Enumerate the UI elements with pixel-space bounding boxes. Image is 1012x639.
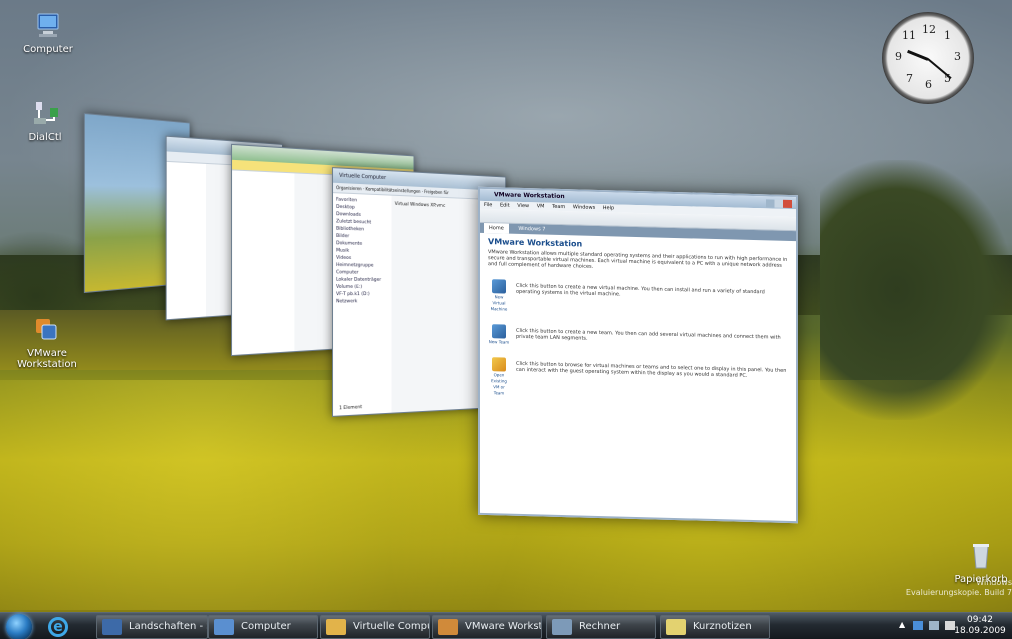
taskbar-item-vmware[interactable]: VMware Workstat...	[432, 615, 542, 639]
taskbar-clock[interactable]: 09:42 18.09.2009	[950, 615, 1010, 637]
taskbar-item-label: Kurznotizen	[693, 621, 752, 632]
menu-view[interactable]: View	[517, 203, 529, 209]
internet-explorer-icon[interactable]: e	[48, 617, 68, 637]
open-existing-icon: Open Existing VM or Team	[488, 357, 510, 397]
file-item[interactable]: Virtual Windows XP.vmc	[395, 202, 446, 209]
nav-item[interactable]: Volume (E:)	[336, 284, 388, 291]
new-team-icon: New Team	[488, 324, 510, 346]
clock-hour-hand	[907, 49, 929, 61]
taskbar-item-label: VMware Workstat...	[465, 621, 541, 632]
taskbar-item-label: Rechner	[579, 621, 621, 632]
vmware-icon	[30, 316, 64, 344]
action-open-existing[interactable]: Open Existing VM or Team Click this butt…	[488, 357, 788, 404]
clock-gadget[interactable]: 12 1 3 5 6 7 9 11	[882, 12, 974, 104]
action-label: Open Existing VM or Team	[491, 372, 507, 396]
evaluation-watermark: Windows Evaluierungskopie. Build 7	[900, 578, 1012, 598]
action-label: New Team	[488, 339, 510, 345]
taskbar-item-label: Virtuelle Computer	[353, 621, 429, 632]
desktop-icon-label: VMware Workstation	[17, 348, 77, 370]
explorer-nav-pane: Favoriten Desktop Downloads Zuletzt besu…	[333, 193, 392, 416]
clock-number: 12	[922, 23, 936, 36]
new-vm-icon: New Virtual Machine	[488, 279, 510, 313]
computer-icon	[31, 12, 65, 40]
vmware-icon	[438, 619, 458, 635]
window-nav-pane	[232, 170, 295, 356]
clock-minute-hand	[927, 58, 952, 80]
address-text: Virtuelle Computer	[339, 172, 386, 182]
network-icon	[28, 100, 62, 128]
menu-vm[interactable]: VM	[537, 203, 545, 209]
clock-number: 3	[954, 50, 961, 63]
taskbar-item-sticky-notes[interactable]: Kurznotizen	[660, 615, 770, 639]
toolbar-organize[interactable]: Organisieren	[336, 185, 362, 191]
window-controls[interactable]	[766, 199, 792, 209]
taskbar-item-virtual-computers[interactable]: Virtuelle Computer	[320, 615, 430, 639]
toolbar-compat[interactable]: Kompatibilitätseinstellungen	[366, 186, 421, 194]
nav-item[interactable]: Netzwerk	[336, 298, 388, 305]
menu-edit[interactable]: Edit	[500, 202, 510, 208]
taskbar-item-label: Landschaften - Su...	[129, 621, 207, 632]
taskbar-item-landschaften[interactable]: Landschaften - Su...	[96, 615, 208, 639]
menu-help[interactable]: Help	[603, 205, 614, 211]
clock-date: 18.09.2009	[954, 626, 1006, 636]
taskbar-item-label: Computer	[241, 621, 291, 632]
clock-number: 6	[925, 78, 932, 91]
desktop-icon-vmware[interactable]: VMware Workstation	[4, 316, 90, 370]
action-text: Click this button to create a new team. …	[516, 327, 781, 342]
home-panel: VMware Workstation VMware Workstation al…	[480, 233, 796, 410]
start-button[interactable]	[6, 614, 32, 639]
recycle-bin-icon	[964, 542, 998, 570]
clock-time: 09:42	[967, 615, 993, 625]
sticky-notes-icon	[666, 619, 686, 635]
menu-team[interactable]: Team	[552, 204, 565, 210]
home-intro: VMware Workstation allows multiple stand…	[488, 249, 788, 270]
window-title: VMware Workstation	[494, 191, 565, 201]
taskbar-item-calculator[interactable]: Rechner	[546, 615, 656, 639]
action-text: Click this button to create a new virtua…	[516, 282, 765, 298]
clock-number: 7	[906, 72, 913, 85]
action-text: Click this button to browse for virtual …	[516, 360, 787, 379]
folder-icon	[326, 619, 346, 635]
desktop-icon-computer[interactable]: Computer	[8, 12, 88, 55]
flag-icon[interactable]	[913, 621, 923, 630]
watermark-line: Evaluierungskopie. Build 7	[905, 588, 1012, 597]
desktop-icon-label: DialCtl	[28, 132, 62, 143]
taskbar: e Landschaften - Su... Computer Virtuell…	[0, 612, 1012, 639]
clock-number: 11	[902, 29, 916, 42]
show-hidden-icons-icon[interactable]: ▲	[899, 620, 905, 629]
tab-windows7[interactable]: Windows 7	[513, 224, 550, 235]
window-nav-pane	[166, 161, 206, 320]
toolbar-share[interactable]: Freigeben für	[424, 189, 449, 195]
menu-windows[interactable]: Windows	[573, 204, 595, 211]
clock-number: 9	[895, 50, 902, 63]
desktop-icon-dialctl[interactable]: DialCtl	[5, 100, 85, 143]
search-folder-icon	[102, 619, 122, 635]
clock-number: 1	[944, 29, 951, 42]
taskbar-item-computer[interactable]: Computer	[208, 615, 318, 639]
flip3d-window-vmware[interactable]: VMware Workstation File Edit View VM Tea…	[478, 186, 798, 524]
computer-icon	[214, 619, 234, 635]
action-label: New Virtual Machine	[490, 294, 508, 312]
watermark-line: Windows	[976, 578, 1012, 587]
network-icon[interactable]	[929, 621, 939, 630]
desktop-icon-label: Computer	[23, 44, 73, 55]
action-new-team[interactable]: New Team Click this button to create a n…	[488, 324, 788, 353]
action-new-vm[interactable]: New Virtual Machine Click this button to…	[488, 279, 788, 320]
menu-file[interactable]: File	[484, 202, 492, 208]
calculator-icon	[552, 619, 572, 635]
tab-home[interactable]: Home	[484, 222, 509, 234]
